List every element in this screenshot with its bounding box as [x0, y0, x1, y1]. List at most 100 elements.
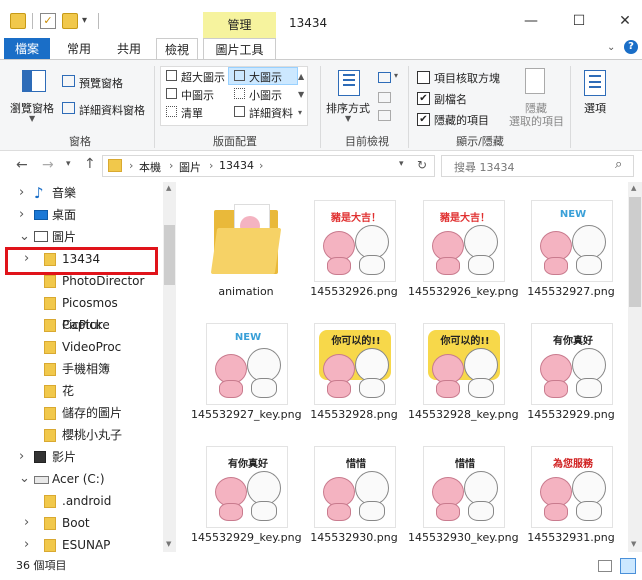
help-icon[interactable]: ? [624, 40, 638, 54]
file-name-extensions-label: 副檔名 [434, 93, 467, 106]
sidebar-item-label: 儲存的圖片 [62, 406, 123, 420]
tab-home[interactable]: 常用 [58, 38, 100, 60]
navigation-pane-icon[interactable] [22, 70, 46, 92]
new-folder-icon[interactable] [62, 13, 78, 29]
close-button[interactable]: ✕ [608, 9, 642, 33]
list-icon [166, 106, 177, 117]
scroll-up-icon[interactable]: ▲ [631, 184, 636, 192]
large-icons-view-icon[interactable] [620, 558, 636, 574]
file-name-extensions-checkbox[interactable]: ✔ [417, 92, 430, 105]
sidebar-item[interactable]: Picosmos Capture [0, 292, 162, 332]
sticker-thumbnail: 豬是大吉！ [423, 200, 505, 282]
content-scrollbar-thumb[interactable] [629, 197, 641, 307]
recent-locations-icon[interactable]: ▾ [66, 159, 71, 169]
pig-body [219, 380, 243, 398]
group-by-icon[interactable] [378, 72, 391, 83]
forward-arrow-icon[interactable]: → [42, 157, 54, 173]
breadcrumb-pictures[interactable]: 圖片 [179, 159, 201, 175]
nav-scrollbar-thumb[interactable] [164, 225, 175, 285]
details-option[interactable]: 詳細資料 [249, 105, 293, 121]
medium-icons-option[interactable]: 中圖示 [181, 87, 214, 103]
breadcrumb-13434[interactable]: 13434 [219, 159, 254, 172]
sticker-caption: 惜惜 [346, 459, 366, 470]
sidebar-item[interactable]: › 桌面 [0, 204, 162, 226]
options-icon[interactable] [584, 70, 606, 96]
details-pane-button[interactable]: 詳細資料窗格 [79, 102, 145, 118]
dog-character [572, 225, 606, 259]
file-name: 145532928_key.png [408, 408, 519, 421]
file-item[interactable]: 豬是大吉！ 145532926.png [304, 190, 404, 300]
sidebar-item-label: 音樂 [52, 186, 77, 200]
file-item[interactable]: 你可以的!! 145532928.png [304, 313, 404, 423]
maximize-button[interactable]: ☐ [562, 9, 596, 33]
quick-access-dropdown-icon[interactable]: ▾ [82, 13, 98, 29]
item-checkboxes-checkbox[interactable] [417, 71, 430, 84]
sidebar-item[interactable]: 櫻桃小丸子 [0, 424, 162, 446]
large-icons-option[interactable]: 大圖示 [249, 69, 282, 85]
address-dropdown-icon[interactable]: ▾ [399, 159, 404, 169]
chevron-right-icon[interactable]: › [24, 512, 29, 534]
dog-character [464, 225, 498, 259]
file-item[interactable]: 你可以的!! 145532928_key.png [408, 313, 519, 423]
file-item[interactable]: 豬是大吉！ 145532926_key.png [408, 190, 519, 300]
tab-picture-tools[interactable]: 圖片工具 [203, 38, 276, 60]
file-item[interactable]: 為您服務 145532931.png [521, 436, 621, 546]
breadcrumb-this-pc[interactable]: 本機 [139, 159, 161, 175]
list-option[interactable]: 清單 [181, 105, 203, 121]
gallery-scroll-icon[interactable]: ▲ ▼ ▾ [298, 68, 304, 122]
sidebar-item[interactable]: .android [0, 490, 162, 512]
tab-share[interactable]: 共用 [108, 38, 150, 60]
sidebar-item[interactable]: › 影片 [0, 446, 162, 468]
file-name: animation [218, 285, 274, 298]
file-item[interactable]: NEW 145532927.png [521, 190, 621, 300]
scroll-down-icon[interactable]: ▼ [166, 540, 171, 548]
extra-large-icons-option[interactable]: 超大圖示 [181, 69, 225, 85]
sidebar-item[interactable]: › ESUNAP [0, 534, 162, 552]
up-arrow-icon[interactable]: ↑ [84, 156, 96, 172]
properties-icon[interactable]: ✓ [40, 13, 56, 29]
search-input[interactable]: 搜尋 13434 [441, 155, 634, 177]
file-item[interactable]: 有你真好 145532929.png [521, 313, 621, 423]
sidebar-item-label: Acer (C:) [52, 472, 105, 486]
chevron-right-icon[interactable]: › [19, 204, 24, 226]
sticker-thumbnail: 有你真好 [531, 323, 613, 405]
chevron-right-icon[interactable]: › [19, 446, 24, 468]
sidebar-item[interactable]: 花 [0, 380, 162, 402]
collapse-ribbon-icon[interactable]: ⌄ [607, 42, 615, 53]
small-icons-option[interactable]: 小圖示 [249, 87, 282, 103]
sidebar-item[interactable]: › ♪ 音樂 [0, 182, 162, 204]
chevron-right-icon[interactable]: › [24, 534, 29, 552]
sidebar-item[interactable]: VideoProc [0, 336, 162, 358]
file-item[interactable]: 惜惜 145532930.png [304, 436, 404, 546]
scroll-up-icon[interactable]: ▲ [166, 184, 171, 192]
scroll-down-icon[interactable]: ▼ [631, 540, 636, 548]
sidebar-item[interactable]: ⌄ 圖片 [0, 226, 162, 248]
preview-pane-button[interactable]: 預覽窗格 [79, 75, 123, 91]
chevron-down-icon[interactable]: ⌄ [19, 226, 30, 248]
minimize-button[interactable]: — [514, 9, 548, 33]
options-button[interactable]: 選項 [584, 100, 606, 116]
chevron-down-icon[interactable]: ⌄ [19, 468, 30, 490]
tab-file[interactable]: 檔案 [4, 38, 50, 60]
refresh-icon[interactable]: ↻ [417, 158, 427, 172]
file-item[interactable]: NEW 145532927_key.png [191, 313, 302, 423]
sidebar-item[interactable]: ⌄ Acer (C:) [0, 468, 162, 490]
tab-view[interactable]: 檢視 [156, 38, 198, 60]
file-item[interactable]: animation [196, 190, 296, 300]
dog-body [576, 255, 602, 275]
sidebar-item[interactable]: › Boot [0, 512, 162, 534]
sidebar-item[interactable]: PicPick [0, 314, 162, 336]
file-item[interactable]: 惜惜 145532930_key.png [408, 436, 519, 546]
sidebar-item[interactable]: 儲存的圖片 [0, 402, 162, 424]
sidebar-item[interactable]: 手機相簿 [0, 358, 162, 380]
hidden-items-checkbox[interactable]: ✔ [417, 113, 430, 126]
file-name: 145532929.png [527, 408, 615, 421]
file-item[interactable]: 有你真好 145532929_key.png [191, 436, 302, 546]
details-view-icon[interactable] [598, 560, 612, 572]
chevron-right-icon[interactable]: › [19, 182, 24, 204]
sort-by-icon[interactable] [338, 70, 360, 96]
back-arrow-icon[interactable]: ← [16, 157, 28, 173]
sticker-caption: 豬是大吉！ [440, 213, 490, 224]
dog-body [468, 378, 494, 398]
address-bar[interactable]: › 本機 › 圖片 › 13434 › ▾ ↻ [102, 155, 435, 177]
